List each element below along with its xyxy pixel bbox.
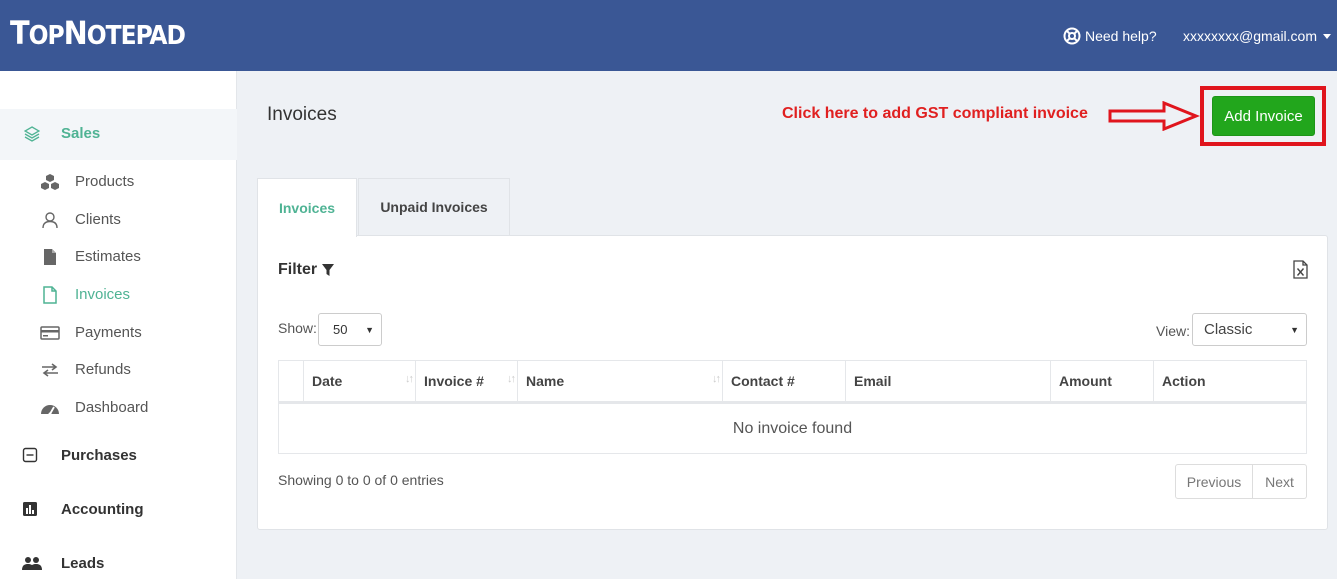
dashboard-icon xyxy=(41,405,59,416)
sidebar-item-clients[interactable]: Clients xyxy=(40,209,121,231)
promo-callout: Click here to add GST compliant invoice xyxy=(782,105,1088,122)
pagination: Previous Next xyxy=(1175,464,1307,499)
column-header-email[interactable]: Email xyxy=(845,360,1051,404)
page-title: Invoices xyxy=(267,104,337,125)
show-label: Show: xyxy=(278,320,317,336)
user-menu[interactable]: xxxxxxxx@gmail.com xyxy=(1183,28,1332,44)
next-page-button[interactable]: Next xyxy=(1253,464,1307,499)
sort-icon: ↓↑ xyxy=(405,373,414,385)
exchange-icon xyxy=(42,363,58,377)
invoices-table: Date ↓↑ Invoice # ↓↑ Name ↓↑ Contact # Emai… xyxy=(278,360,1307,454)
caret-down-icon xyxy=(1323,33,1332,39)
invoices-panel: Filter Show: 50 ▼ View: Classic ▼ Date ↓↑… xyxy=(257,235,1328,530)
tab-unpaid-invoices[interactable]: Unpaid Invoices xyxy=(358,178,510,236)
sidebar-item-invoices[interactable]: Invoices xyxy=(40,284,130,306)
column-header-name[interactable]: Name ↓↑ xyxy=(517,360,723,404)
credit-card-icon xyxy=(40,326,60,340)
user-icon xyxy=(42,212,58,229)
app-logo[interactable]: TOPNOTEPAD xyxy=(10,12,186,57)
cubes-icon xyxy=(41,174,59,190)
file-icon xyxy=(44,249,56,265)
right-arrow-icon xyxy=(1108,101,1200,131)
filter-toggle[interactable]: Filter xyxy=(278,261,335,279)
sort-icon: ↓↑ xyxy=(507,373,516,385)
sidebar-item-dashboard[interactable]: Dashboard xyxy=(40,397,148,419)
top-navbar: TOPNOTEPAD Need help? xxxxxxxx@gmail.com xyxy=(0,0,1337,71)
bar-chart-icon xyxy=(23,502,37,516)
dropdown-arrow-icon: ▼ xyxy=(1290,325,1299,335)
need-help-link[interactable]: Need help? xyxy=(1063,27,1157,45)
entries-info: Showing 0 to 0 of 0 entries xyxy=(278,472,444,488)
column-header-contact[interactable]: Contact # xyxy=(722,360,846,404)
sidebar-section-leads[interactable]: Leads xyxy=(22,555,104,572)
sort-icon: ↓↑ xyxy=(712,373,721,385)
sidebar-item-payments[interactable]: Payments xyxy=(40,322,142,344)
page-size-select[interactable]: 50 ▼ xyxy=(318,313,382,346)
sidebar-section-sales[interactable]: Sales xyxy=(0,109,237,160)
layers-icon xyxy=(24,126,40,142)
column-header-amount[interactable]: Amount xyxy=(1050,360,1154,404)
previous-page-button[interactable]: Previous xyxy=(1175,464,1253,499)
sidebar-section-purchases[interactable]: Purchases xyxy=(22,447,137,464)
lifebuoy-icon xyxy=(1063,27,1081,45)
empty-table-message: No invoice found xyxy=(278,402,1307,454)
add-invoice-button[interactable]: Add Invoice xyxy=(1212,96,1315,136)
filter-icon xyxy=(322,264,335,276)
column-header-invoice-number[interactable]: Invoice # ↓↑ xyxy=(415,360,518,404)
tab-invoices[interactable]: Invoices xyxy=(257,178,357,237)
collapse-box-icon xyxy=(22,447,38,463)
dropdown-arrow-icon: ▼ xyxy=(365,325,374,335)
document-icon xyxy=(43,286,57,304)
view-label: View: xyxy=(1156,323,1190,339)
column-header-action: Action xyxy=(1153,360,1307,404)
select-column-header xyxy=(278,360,304,404)
sidebar-item-estimates[interactable]: Estimates xyxy=(40,246,141,268)
excel-export-icon[interactable] xyxy=(1293,260,1308,279)
sidebar-item-products[interactable]: Products xyxy=(40,171,134,193)
users-icon xyxy=(22,557,42,570)
view-mode-select[interactable]: Classic ▼ xyxy=(1192,313,1307,346)
table-row: No invoice found xyxy=(278,402,1307,454)
sidebar-section-accounting[interactable]: Accounting xyxy=(22,501,144,518)
sidebar: Sales Products Clients Estimates Invoice… xyxy=(0,71,237,579)
sidebar-item-refunds[interactable]: Refunds xyxy=(40,359,131,381)
column-header-date[interactable]: Date ↓↑ xyxy=(303,360,416,404)
